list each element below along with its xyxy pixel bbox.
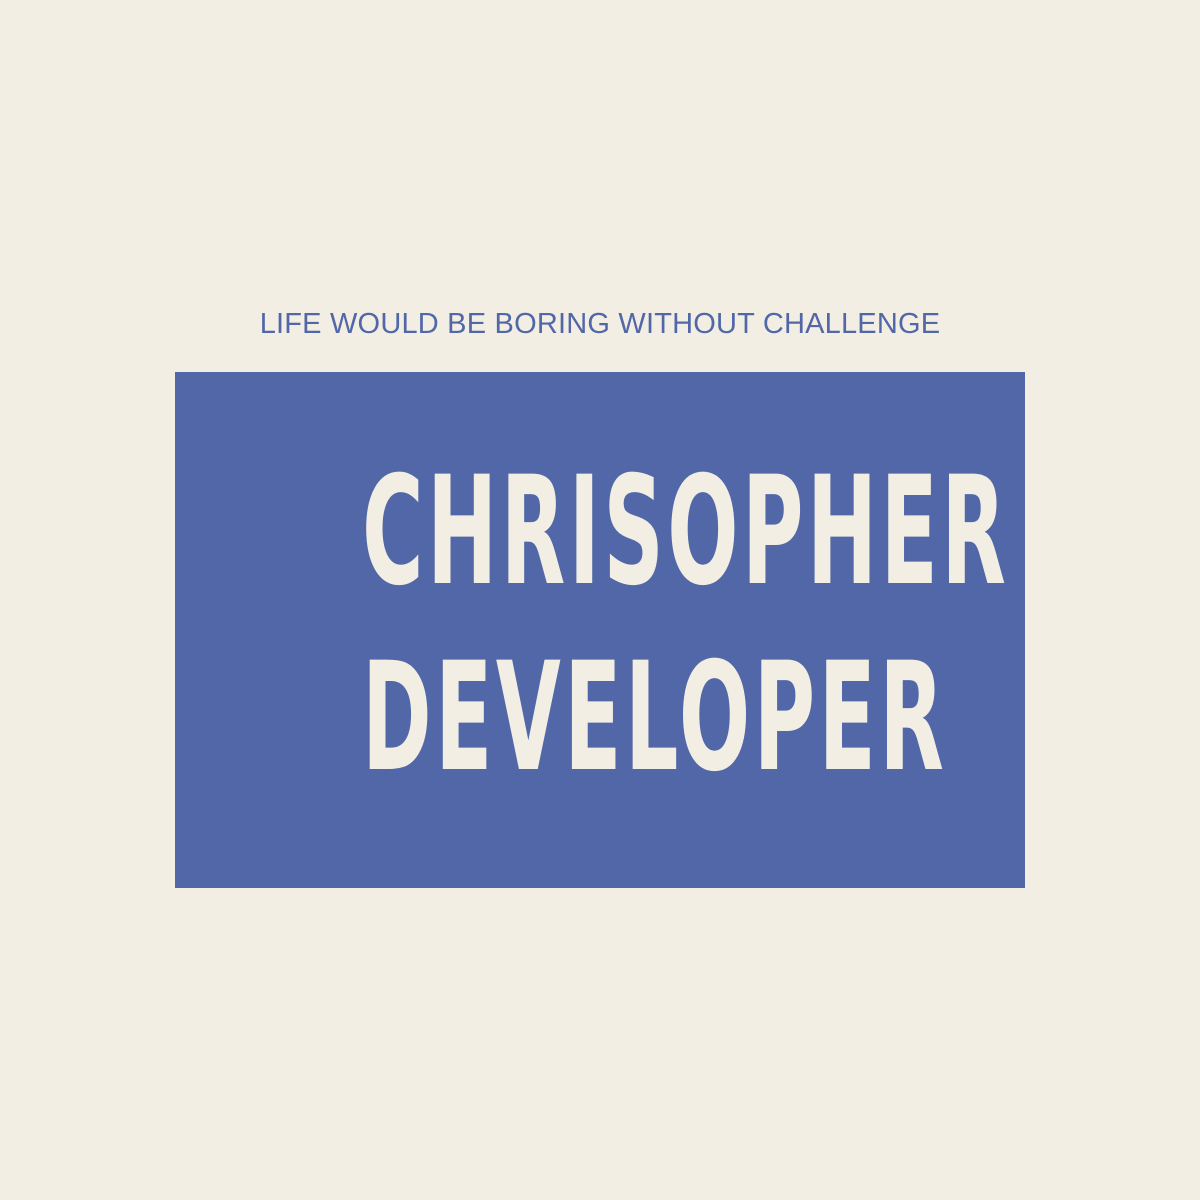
title-panel: CHRISOPHER DEVELOPER — [175, 372, 1025, 888]
headline-line-2: DEVELOPER — [362, 631, 948, 805]
tagline: LIFE WOULD BE BORING WITHOUT CHALLENGE — [259, 308, 941, 340]
headline-line-1: CHRISOPHER — [362, 445, 1010, 619]
